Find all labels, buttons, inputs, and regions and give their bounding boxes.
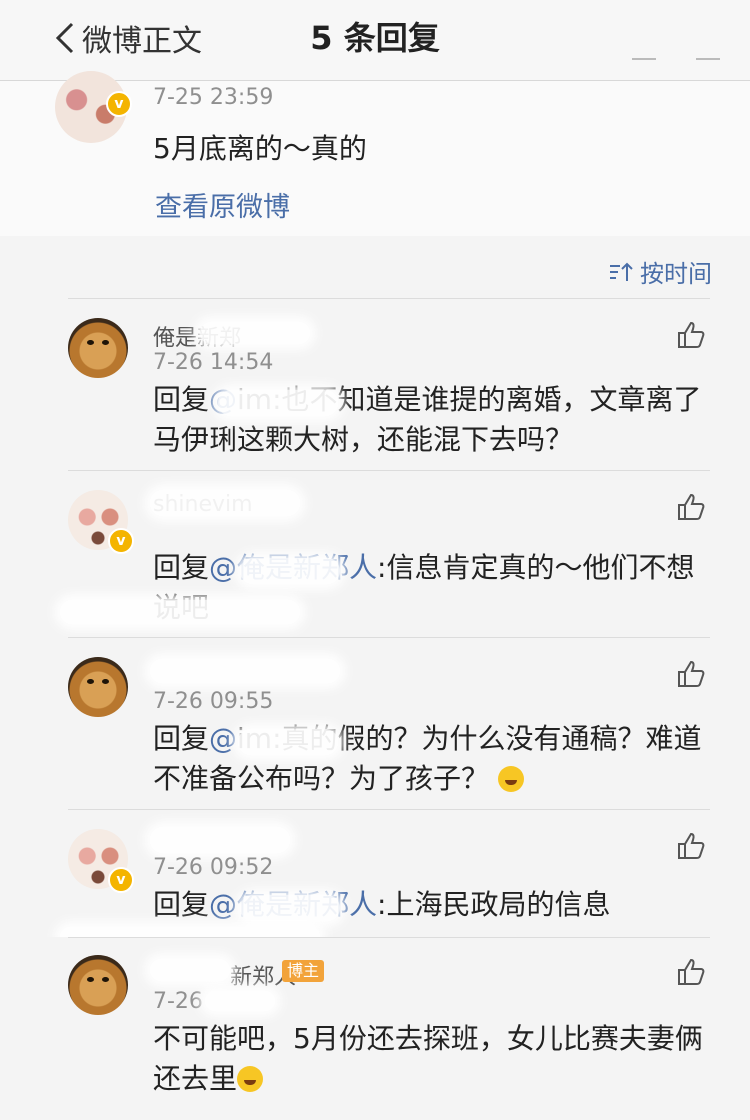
divider: [68, 637, 710, 638]
redaction: [240, 558, 340, 584]
divider: [68, 937, 710, 938]
avatar[interactable]: [68, 955, 128, 1015]
comment-text: 回复@俺是新郑人:上海民政局的信息: [153, 888, 611, 921]
sort-bar: 按时间: [0, 238, 750, 298]
divider: [68, 470, 710, 471]
sort-button[interactable]: 按时间: [608, 254, 712, 289]
redaction: [150, 827, 290, 853]
divider: [68, 298, 710, 299]
verified-icon: v: [108, 528, 134, 554]
comment-text: 5月底离的～真的: [153, 132, 367, 165]
host-badge: 博主: [282, 960, 325, 982]
list-item: 新郑人 博主 7-26 不可能吧，5月份还去探班，女儿比赛夫妻俩还去里: [0, 937, 750, 1120]
divider: [68, 809, 710, 810]
comment-time: 7-26 09:52: [153, 855, 274, 880]
redaction: [150, 490, 300, 516]
list-item: 7-26 09:55 回复@im:真的假的？为什么没有通稿？难道不准备公布吗？为…: [0, 637, 750, 809]
view-original-link[interactable]: 查看原微博: [155, 185, 290, 224]
comment-text: 不可能吧，5月份还去探班，女儿比赛夫妻俩还去里: [153, 1022, 703, 1095]
list-item: 俺是新郑 7-26 14:54 回复@im:也不知道是谁提的离婚，文章离了马伊琍…: [0, 298, 750, 470]
sort-label: 按时间: [640, 260, 712, 288]
thumbs-up-icon[interactable]: [676, 659, 706, 689]
thumbs-up-icon[interactable]: [676, 320, 706, 350]
thumbs-up-icon[interactable]: [676, 831, 706, 861]
laugh-cry-emoji-icon: [497, 766, 524, 792]
thumbs-up-icon[interactable]: [676, 492, 706, 522]
verified-icon: v: [106, 91, 132, 117]
like-icon[interactable]: [632, 58, 656, 74]
redaction: [60, 600, 300, 624]
laugh-cry-emoji-icon: [237, 1066, 264, 1092]
avatar[interactable]: [68, 318, 128, 378]
comment-text: 回复@im:真的假的？为什么没有通稿？难道不准备公布吗？为了孩子？: [153, 722, 702, 795]
nav-bar: 微博正文 5 条回复: [0, 0, 750, 81]
comment-time: 7-26 09:55: [153, 689, 274, 714]
redaction: [200, 322, 310, 344]
more-icon[interactable]: [696, 58, 720, 74]
comment-time: 7-26 14:54: [153, 350, 274, 375]
avatar[interactable]: [68, 657, 128, 717]
thumbs-up-icon[interactable]: [676, 957, 706, 987]
redaction: [150, 659, 340, 683]
list-item: v 7-26 09:52 回复@俺是新郑人:上海民政局的信息: [0, 809, 750, 947]
comment-time: 7-26: [153, 989, 203, 1014]
header-actions: [632, 58, 720, 74]
redaction: [240, 895, 340, 921]
redaction: [238, 729, 338, 755]
list-item: v shinevim 回复@俺是新郑人:信息肯定真的～他们不想说吧: [0, 470, 750, 637]
original-comment: v 7-25 23:59 5月底离的～真的 查看原微博: [0, 71, 750, 236]
redaction: [205, 991, 275, 1011]
redaction: [218, 390, 338, 416]
comment-time: 7-25 23:59: [153, 85, 274, 110]
sort-time-icon: [610, 262, 633, 281]
redaction: [150, 959, 230, 981]
verified-icon: v: [108, 867, 134, 893]
page-title: 5 条回复: [310, 19, 440, 57]
